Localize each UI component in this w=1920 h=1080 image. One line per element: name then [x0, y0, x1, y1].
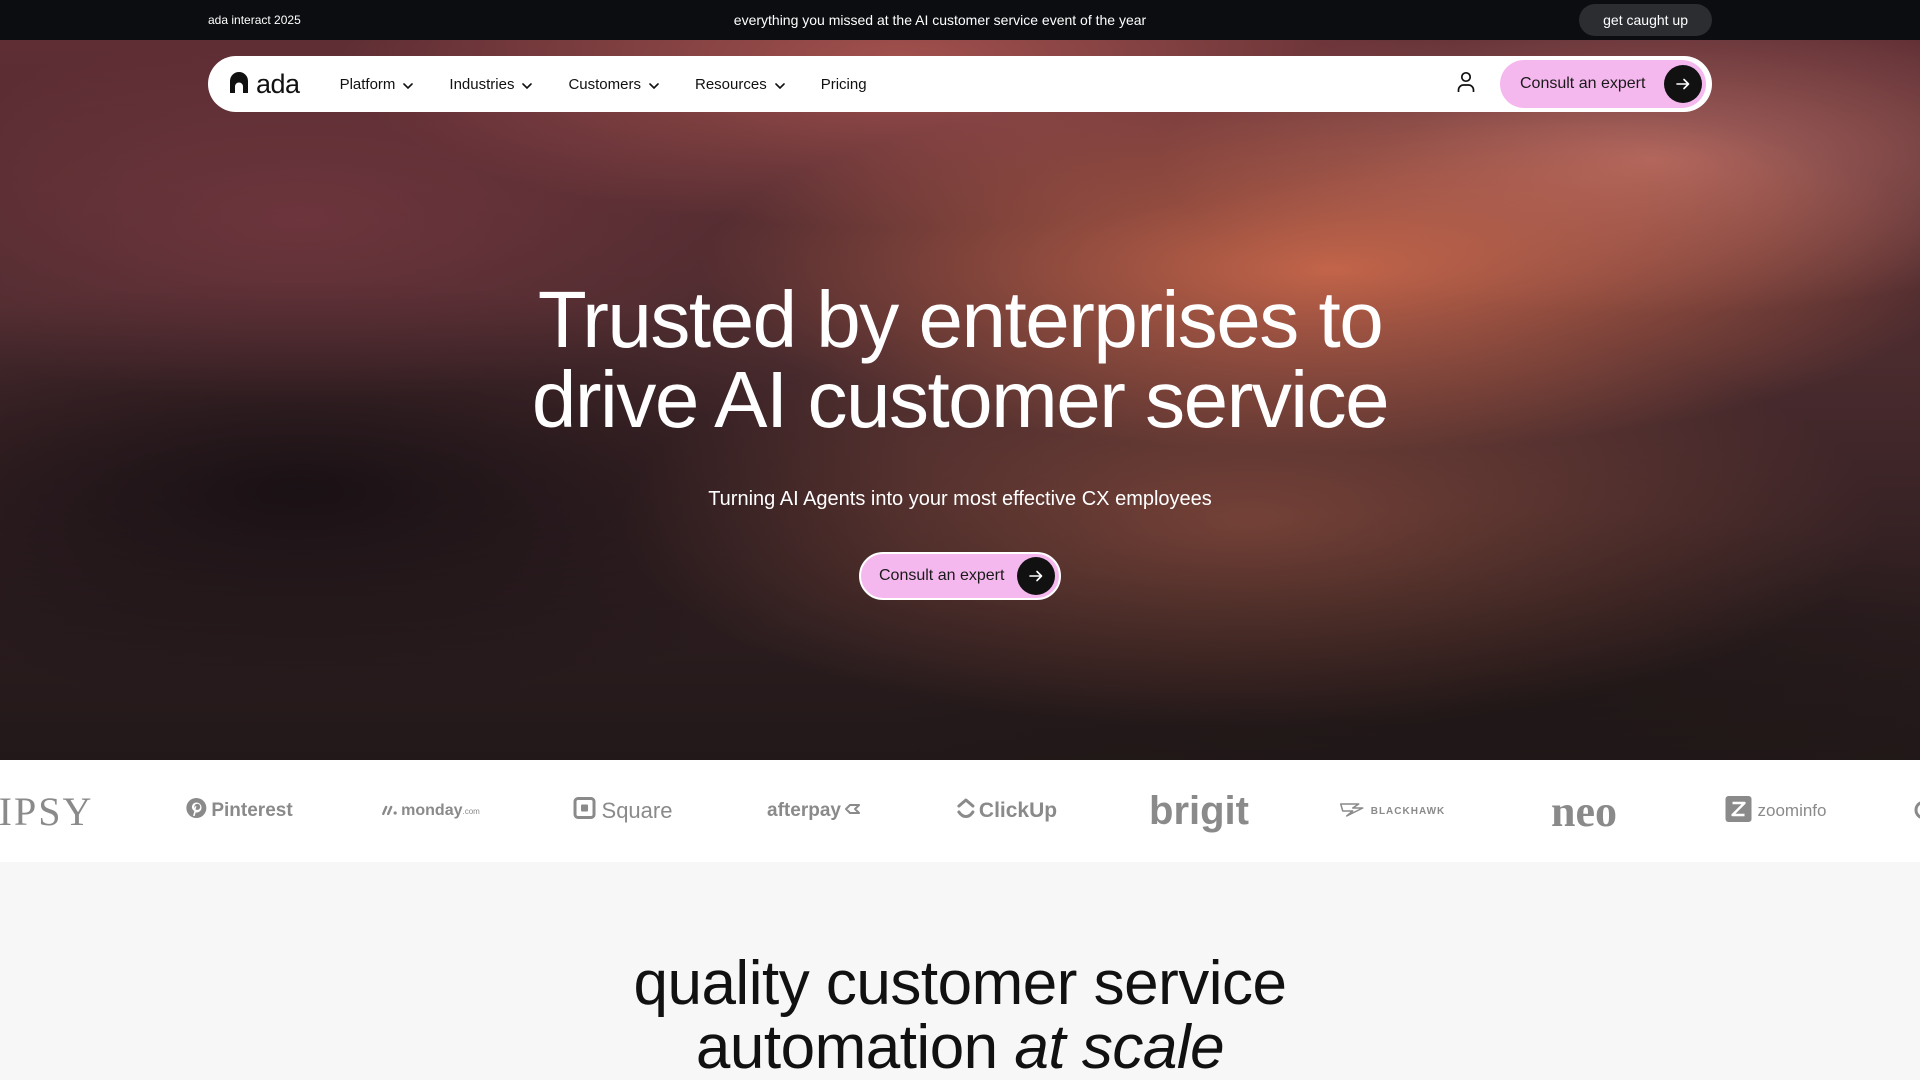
logo-monday: monday .com	[381, 760, 480, 862]
logo-ipsy: IPSY	[0, 760, 93, 862]
get-caught-up-button[interactable]: get caught up	[1579, 4, 1712, 36]
logo-ipsy-text: IPSY	[0, 788, 94, 834]
afterpay-icon	[843, 800, 863, 822]
nav-pricing[interactable]: Pricing	[821, 76, 867, 93]
monday-icon	[381, 802, 398, 820]
section-heading-plain: automation	[695, 1013, 1015, 1080]
logo-square-text: Square	[601, 798, 673, 823]
hero-section: Trusted by enterprises to drive AI custo…	[0, 40, 1920, 760]
logo-neo: neo	[1551, 760, 1617, 862]
nav-resources[interactable]: Resources	[695, 76, 785, 93]
pinterest-icon	[185, 797, 207, 825]
logo-square: Square	[573, 760, 673, 862]
arrow-right-icon	[1664, 65, 1702, 103]
logo-pinterest-text: Pinterest	[211, 800, 293, 821]
logo-afterpay: afterpay	[767, 760, 863, 862]
customer-logos-strip: IPSY Pinterest monday .com Square afterpa…	[0, 760, 1920, 862]
hero-title: Trusted by enterprises to drive AI custo…	[0, 280, 1920, 440]
nav-consult-label: Consult an expert	[1520, 75, 1646, 92]
nav-consult-button[interactable]: Consult an expert	[1500, 60, 1706, 108]
section-heading: quality customer service automation at s…	[0, 952, 1920, 1080]
logo-monday-suffix: .com	[462, 806, 480, 816]
user-icon	[1456, 71, 1476, 98]
hero-consult-button[interactable]: Consult an expert	[859, 552, 1061, 600]
square-icon	[573, 797, 596, 825]
logo-blackhawk: BLACKHAWK	[1339, 760, 1446, 862]
logo-pinterest: Pinterest	[185, 760, 293, 862]
zoominfo-icon	[1725, 795, 1752, 827]
nav-industries[interactable]: Industries	[449, 75, 533, 93]
section-heading-line-2: automation at scale	[0, 1016, 1920, 1080]
nav-customers-label: Customers	[568, 75, 641, 93]
chevron-down-icon	[522, 76, 533, 93]
hero-title-line-2: drive AI customer service	[531, 355, 1390, 444]
logo-clickup: ClickUp	[957, 760, 1057, 862]
logo-blackhawk-text: BLACKHAWK	[1370, 805, 1446, 817]
nav-customers[interactable]: Customers	[568, 76, 659, 93]
nav-actions: Consult an expert	[1446, 60, 1706, 108]
logo-monday-text: monday	[401, 802, 463, 819]
section-heading-line-1: quality customer service	[633, 949, 1287, 1018]
chevron-down-icon	[403, 76, 414, 93]
hero-title-line-1: Trusted by enterprises to	[537, 275, 1384, 364]
chevron-down-icon	[649, 76, 659, 93]
clickup-icon	[957, 797, 975, 825]
logo-zoominfo-text: zoominfo	[1757, 801, 1827, 820]
account-button[interactable]	[1446, 64, 1486, 104]
hero-consult-label: Consult an expert	[879, 567, 1005, 584]
chevron-down-icon	[774, 76, 785, 93]
logo-brigit: brigit	[1149, 760, 1249, 862]
ada-logo[interactable]: ada	[228, 69, 300, 100]
nav-pricing-label: Pricing	[820, 75, 867, 93]
logo-zoominfo: zoominfo	[1725, 760, 1827, 862]
nav-resources-label: Resources	[695, 75, 767, 93]
announcement-bar: ada interact 2025 everything you missed …	[0, 0, 1920, 40]
section-heading-italic: at scale	[1014, 1013, 1225, 1080]
ada-logo-icon	[228, 70, 250, 99]
arrow-right-icon	[1017, 557, 1055, 595]
nav-platform[interactable]: Platform	[340, 76, 414, 93]
ada-logo-text: ada	[256, 68, 300, 99]
main-nav: ada Platform Industries Customers Resour…	[208, 56, 1712, 112]
partial-logo-mark	[1914, 796, 1920, 827]
blackhawk-icon	[1339, 800, 1369, 823]
logo-afterpay-text: afterpay	[767, 800, 841, 821]
hero-subtitle: Turning AI Agents into your most effecti…	[708, 488, 1212, 510]
nav-industries-label: Industries	[449, 75, 515, 93]
nav-platform-label: Platform	[339, 75, 396, 93]
logo-partial	[1914, 760, 1920, 862]
logo-clickup-text: ClickUp	[978, 799, 1058, 822]
logo-brigit-text: brigit	[1149, 788, 1249, 833]
logo-neo-text: neo	[1551, 786, 1617, 836]
